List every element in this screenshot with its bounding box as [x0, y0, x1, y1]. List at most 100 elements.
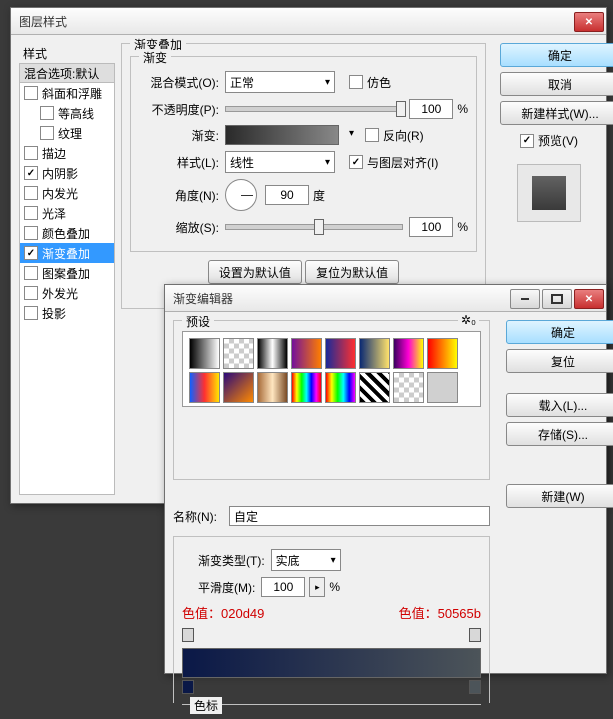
style-item[interactable]: 颜色叠加 [20, 223, 114, 243]
styles-list: 斜面和浮雕等高线纹理描边内阴影内发光光泽颜色叠加渐变叠加图案叠加外发光投影 [19, 83, 115, 495]
style-item[interactable]: 斜面和浮雕 [20, 83, 114, 103]
smooth-value[interactable]: 100 [261, 577, 305, 597]
style-checkbox[interactable] [24, 186, 38, 200]
gradient-swatch[interactable] [225, 125, 339, 145]
style-select[interactable]: 线性 [225, 151, 335, 173]
preset-swatch[interactable] [393, 372, 424, 403]
dither-label: 仿色 [367, 74, 391, 91]
set-default-button[interactable]: 设置为默认值 [208, 260, 302, 284]
preset-swatch[interactable] [189, 372, 220, 403]
style-item[interactable]: 等高线 [20, 103, 114, 123]
editor-reset-button[interactable]: 复位 [506, 349, 613, 373]
close-icon[interactable]: ✕ [574, 289, 604, 309]
style-item-label: 内阴影 [42, 165, 78, 182]
editor-save-button[interactable]: 存储(S)... [506, 422, 613, 446]
reset-default-button[interactable]: 复位为默认值 [305, 260, 399, 284]
ok-button[interactable]: 确定 [500, 43, 613, 67]
maximize-icon[interactable] [542, 289, 572, 309]
style-item[interactable]: 渐变叠加 [20, 243, 114, 263]
style-item-label: 斜面和浮雕 [42, 85, 102, 102]
preset-swatch[interactable] [189, 338, 220, 369]
preset-swatch[interactable] [325, 372, 356, 403]
style-item-label: 光泽 [42, 205, 66, 222]
align-checkbox[interactable] [349, 155, 363, 169]
style-checkbox[interactable] [40, 106, 54, 120]
style-checkbox[interactable] [24, 206, 38, 220]
style-checkbox[interactable] [24, 266, 38, 280]
style-item[interactable]: 内阴影 [20, 163, 114, 183]
chevron-right-icon[interactable]: ▸ [309, 577, 325, 597]
preset-swatch[interactable] [291, 372, 322, 403]
preset-swatch[interactable] [325, 338, 356, 369]
scale-slider[interactable] [225, 224, 403, 230]
style-checkbox[interactable] [24, 86, 38, 100]
color-annot-left: 色值：020d49 [182, 603, 264, 622]
gear-icon[interactable]: ✲₀ [458, 313, 479, 327]
style-checkbox[interactable] [24, 146, 38, 160]
minimize-icon[interactable] [510, 289, 540, 309]
style-item[interactable]: 图案叠加 [20, 263, 114, 283]
style-item-label: 投影 [42, 305, 66, 322]
angle-value[interactable]: 90 [265, 185, 309, 205]
preset-swatch[interactable] [291, 338, 322, 369]
style-item-label: 颜色叠加 [42, 225, 90, 242]
new-style-button[interactable]: 新建样式(W)... [500, 101, 613, 125]
scale-value[interactable]: 100 [409, 217, 453, 237]
editor-ok-button[interactable]: 确定 [506, 320, 613, 344]
preset-swatch[interactable] [257, 338, 288, 369]
gradient-bar[interactable] [182, 648, 481, 678]
angle-dial[interactable] [225, 179, 257, 211]
style-checkbox[interactable] [40, 126, 54, 140]
style-checkbox[interactable] [24, 286, 38, 300]
layer-style-titlebar[interactable]: 图层样式 ✕ [11, 8, 606, 35]
style-label: 样式(L): [139, 154, 219, 171]
opacity-value[interactable]: 100 [409, 99, 453, 119]
cancel-button[interactable]: 取消 [500, 72, 613, 96]
editor-new-button[interactable]: 新建(W) [506, 484, 613, 508]
smooth-label: 平滑度(M): [198, 579, 255, 596]
dither-checkbox[interactable] [349, 75, 363, 89]
preset-swatch[interactable] [223, 338, 254, 369]
style-item[interactable]: 纹理 [20, 123, 114, 143]
reverse-label: 反向(R) [383, 127, 424, 144]
preset-swatch[interactable] [393, 338, 424, 369]
style-item-label: 等高线 [58, 105, 94, 122]
editor-load-button[interactable]: 载入(L)... [506, 393, 613, 417]
blend-options-header[interactable]: 混合选项:默认 [19, 63, 115, 83]
presets-grid [182, 331, 481, 407]
presets-title: 预设 [182, 313, 214, 330]
blend-mode-select[interactable]: 正常 [225, 71, 335, 93]
color-stops[interactable] [182, 680, 481, 694]
style-item[interactable]: 投影 [20, 303, 114, 323]
style-checkbox[interactable] [24, 306, 38, 320]
opacity-slider[interactable] [225, 106, 403, 112]
preview-label: 预览(V) [538, 132, 578, 149]
close-icon[interactable]: ✕ [574, 12, 604, 32]
preset-swatch[interactable] [359, 338, 390, 369]
preset-swatch[interactable] [427, 338, 458, 369]
scale-label: 缩放(S): [139, 219, 219, 236]
name-label: 名称(N): [173, 508, 229, 525]
style-item[interactable]: 描边 [20, 143, 114, 163]
style-item[interactable]: 光泽 [20, 203, 114, 223]
styles-title: 样式 [19, 43, 115, 63]
style-item[interactable]: 外发光 [20, 283, 114, 303]
type-select[interactable]: 实底 [271, 549, 341, 571]
style-checkbox[interactable] [24, 246, 38, 260]
layer-style-title: 图层样式 [19, 13, 574, 30]
style-checkbox[interactable] [24, 226, 38, 240]
name-field[interactable] [229, 506, 490, 526]
style-checkbox[interactable] [24, 166, 38, 180]
editor-main: 预设 ✲₀ 名称(N): 渐变类型(T): 实底 平滑度(M): 100 ▸ % [173, 320, 498, 676]
preset-swatch[interactable] [427, 372, 458, 403]
editor-title: 渐变编辑器 [173, 290, 510, 307]
preset-swatch[interactable] [257, 372, 288, 403]
preview-checkbox[interactable] [520, 134, 534, 148]
editor-titlebar[interactable]: 渐变编辑器 ✕ [165, 285, 606, 312]
preset-swatch[interactable] [359, 372, 390, 403]
opacity-stops[interactable] [182, 628, 481, 642]
style-item-label: 描边 [42, 145, 66, 162]
reverse-checkbox[interactable] [365, 128, 379, 142]
style-item[interactable]: 内发光 [20, 183, 114, 203]
preset-swatch[interactable] [223, 372, 254, 403]
